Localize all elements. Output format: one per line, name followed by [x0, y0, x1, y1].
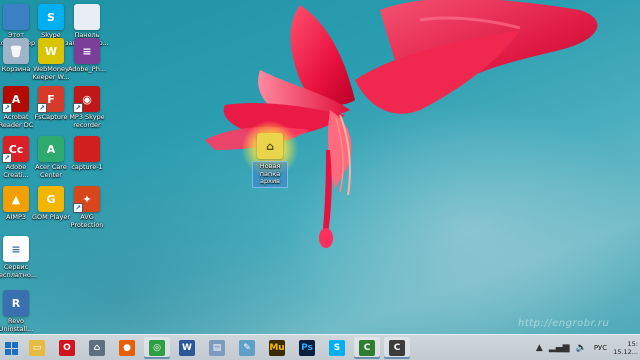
adobe-muse-icon: Mu — [269, 340, 285, 356]
photoshop-icon: Ps — [299, 340, 315, 356]
taskbar-app-skype[interactable]: S — [324, 337, 350, 359]
shortcut-arrow-icon: ↗ — [73, 103, 83, 113]
desktop[interactable]: Этот компьютерSSkypeПанель запуска пр...… — [0, 0, 640, 334]
acrobat-reader-icon: A ↗ — [2, 86, 29, 113]
archive-folder-icon: ⌂ — [257, 133, 283, 159]
taskbar-app-word[interactable]: W — [174, 337, 200, 359]
adobe-creative-cloud-icon: Cc ↗ — [2, 136, 29, 163]
network-icon[interactable]: ▂▄▆ — [549, 343, 570, 353]
taskbar-app-camtasia-recorder[interactable]: C — [384, 337, 410, 359]
computer-icon — [3, 4, 29, 30]
desktop-icon-label: Сервис бесплатно... — [0, 263, 38, 279]
control-panel-icon — [74, 4, 100, 30]
desktop-icon-capture-file[interactable]: capture-1 — [63, 136, 111, 172]
mp3-skype-recorder-icon: ◉ ↗ — [73, 86, 100, 113]
revo-uninstaller-icon: R — [3, 290, 29, 316]
taskbar-app-opera[interactable]: O — [54, 337, 80, 359]
recycle-bin-icon: 🗑 — [3, 38, 29, 64]
system-tray: ▲ ▂▄▆ 🔈 РУС 15: 15.12... — [533, 335, 640, 360]
word-icon: W — [179, 340, 195, 356]
gom-player-icon: G — [38, 186, 64, 212]
dragged-item-label: Новая папка архив — [252, 161, 288, 188]
desktop-icon-label: AVG Protection — [70, 213, 104, 229]
desktop-icon-label: Adobe_Ph... — [67, 65, 107, 73]
camtasia-recorder-icon: C — [389, 340, 405, 356]
start-button[interactable] — [0, 335, 22, 360]
home-icon: ⌂ — [89, 340, 105, 356]
desktop-icon-avg[interactable]: ✦ ↗ AVG Protection — [63, 186, 111, 229]
taskbar-app-photoshop[interactable]: Ps — [294, 337, 320, 359]
desktop-icon-document[interactable]: ≡Сервис бесплатно... — [0, 236, 40, 279]
clock-time: 15: — [627, 340, 638, 348]
taskbar-app-notepad[interactable]: ✎ — [234, 337, 260, 359]
avg-icon: ✦ ↗ — [73, 186, 100, 213]
volume-icon[interactable]: 🔈 — [576, 343, 587, 353]
desktop-icon-label: MP3 Skype recorder — [69, 113, 105, 129]
aimp-icon: ▲ — [3, 186, 29, 212]
clock[interactable]: 15: 15.12... — [613, 340, 638, 356]
file-explorer-icon: ▭ — [29, 340, 45, 356]
shortcut-arrow-icon: ↗ — [37, 103, 47, 113]
watermark-text: http://engrobr.ru — [518, 318, 610, 329]
opera-icon: O — [59, 340, 75, 356]
firefox-icon: ● — [119, 340, 135, 356]
taskbar-app-home[interactable]: ⌂ — [84, 337, 110, 359]
webmoney-icon: W — [38, 38, 64, 64]
shortcut-arrow-icon: ↗ — [73, 203, 83, 213]
windows-logo-icon — [4, 341, 18, 355]
taskbar-app-file-explorer[interactable]: ▭ — [24, 337, 50, 359]
document-viewer-icon: ▤ — [209, 340, 225, 356]
taskbar-app-document-viewer[interactable]: ▤ — [204, 337, 230, 359]
desktop-icon-revo-uninstaller[interactable]: R Revo Uninstall... — [0, 290, 40, 333]
capture-file-icon — [74, 136, 100, 162]
taskbar-app-firefox[interactable]: ● — [114, 337, 140, 359]
skype-icon: S — [329, 340, 345, 356]
clock-date: 15.12... — [613, 348, 638, 356]
dragged-archive-folder[interactable]: ⌂ Новая папка архив — [242, 121, 298, 188]
camtasia-icon: C — [359, 340, 375, 356]
winrar-archive-icon: ≡ — [74, 38, 100, 64]
chrome-icon: ◎ — [149, 340, 165, 356]
document-icon: ≡ — [3, 236, 29, 262]
tray-expand-icon[interactable]: ▲ — [536, 343, 543, 353]
notepad-icon: ✎ — [239, 340, 255, 356]
desktop-icon-label: Revo Uninstall... — [0, 317, 34, 333]
taskbar-app-muse[interactable]: Mu — [264, 337, 290, 359]
shortcut-arrow-icon: ↗ — [2, 153, 12, 163]
desktop-icon-label: capture-1 — [71, 163, 103, 171]
desktop-icon-mp3-skype-recorder[interactable]: ◉ ↗ MP3 Skype recorder — [63, 86, 111, 129]
skype-icon: S — [38, 4, 64, 30]
shortcut-arrow-icon: ↗ — [2, 103, 12, 113]
taskbar-app-chrome[interactable]: ◎ — [144, 337, 170, 359]
desktop-icon-winrar-archive[interactable]: ≡ Adobe_Ph... — [63, 38, 111, 74]
language-indicator[interactable]: РУС — [594, 344, 607, 352]
taskbar-app-camtasia[interactable]: C — [354, 337, 380, 359]
taskbar: ▭ O ⌂ ● ◎ W ▤ ✎ Mu Ps S C C ▲ ▂▄▆ 🔈 РУС 15: 15.12... — [0, 334, 640, 360]
acer-care-center-icon: A — [38, 136, 64, 162]
fscapture-icon: F ↗ — [37, 86, 64, 113]
